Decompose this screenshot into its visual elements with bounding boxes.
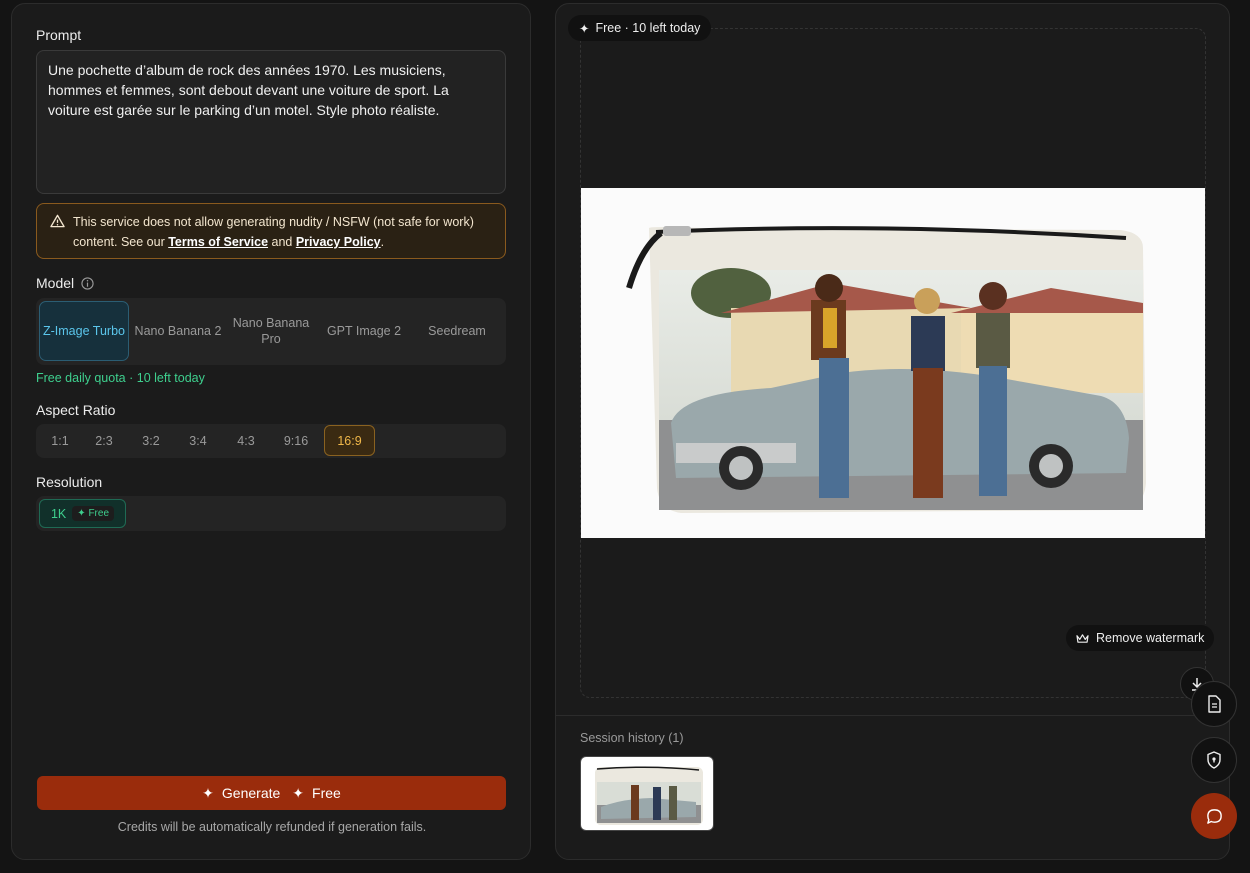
model-label: Model [36, 275, 75, 291]
model-selector: Z-Image Turbo Nano Banana 2 Nano Banana … [36, 298, 506, 365]
generated-image[interactable] [581, 188, 1205, 538]
prompt-label: Prompt [36, 27, 82, 43]
privacy-link[interactable]: Privacy Policy [296, 235, 381, 249]
resolution-1k[interactable]: 1K ✦ Free [39, 499, 126, 528]
warning-icon [50, 214, 65, 228]
prompt-textarea[interactable]: Une pochette d’album de rock des années … [36, 50, 506, 194]
resolution-label: Resolution [36, 474, 103, 490]
sparkle-icon: ✦ [292, 784, 305, 801]
chat-button[interactable] [1191, 793, 1237, 839]
refund-note: Credits will be automatically refunded i… [117, 820, 427, 834]
document-button[interactable] [1191, 681, 1237, 727]
preview-panel: ✦ Free · 10 left today Remove watermark … [555, 3, 1230, 860]
model-nano-banana-2[interactable]: Nano Banana 2 [133, 301, 223, 361]
chat-icon [1206, 808, 1222, 824]
aspect-selector: 1:1 2:3 3:2 3:4 4:3 9:16 16:9 [36, 424, 506, 458]
history-thumbnail[interactable] [580, 756, 714, 831]
remove-watermark-label: Remove watermark [1096, 631, 1205, 645]
quota-text: Free daily quota · 10 left today [36, 371, 205, 385]
aspect-2-3[interactable]: 2:3 [84, 425, 124, 456]
model-gpt-image-2[interactable]: GPT Image 2 [319, 301, 409, 361]
aspect-4-3[interactable]: 4:3 [226, 425, 266, 456]
privacy-shield-button[interactable] [1191, 737, 1237, 783]
aspect-9-16[interactable]: 9:16 [274, 425, 318, 456]
free-quota-text: Free · 10 left today [595, 21, 701, 35]
warning-end: . [380, 235, 385, 249]
resolution-badge-text: Free [88, 508, 110, 519]
free-quota-pill: ✦ Free · 10 left today [568, 15, 712, 41]
resolution-selector: 1K ✦ Free [36, 496, 506, 531]
divider [556, 715, 1229, 716]
model-seedream[interactable]: Seedream [412, 301, 502, 361]
settings-panel: Prompt Une pochette d’album de rock des … [11, 3, 531, 860]
aspect-ratio-label: Aspect Ratio [36, 402, 116, 418]
resolution-value: 1K [50, 506, 67, 521]
sparkle-icon: ✦ [202, 784, 214, 801]
terms-link[interactable]: Terms of Service [168, 235, 268, 249]
model-label-row: Model [36, 275, 94, 291]
aspect-16-9[interactable]: 16:9 [324, 425, 375, 456]
sparkle-icon: ✦ [77, 508, 86, 519]
crown-icon [1076, 633, 1089, 643]
nsfw-warning: This service does not allow generating n… [36, 203, 506, 259]
aspect-3-2[interactable]: 3:2 [131, 425, 171, 456]
generate-label: Generate [221, 785, 281, 801]
info-icon[interactable] [81, 276, 94, 290]
aspect-1-1[interactable]: 1:1 [40, 425, 80, 456]
sparkle-icon: ✦ [579, 21, 590, 36]
session-history-label: Session history (1) [580, 731, 684, 745]
document-icon [1208, 695, 1221, 713]
warning-and: and [268, 235, 296, 249]
aspect-3-4[interactable]: 3:4 [178, 425, 218, 456]
shield-icon [1207, 751, 1221, 769]
model-nano-banana-pro[interactable]: Nano Banana Pro [226, 301, 316, 361]
model-z-image-turbo[interactable]: Z-Image Turbo [39, 301, 129, 361]
generate-free-label: Free [312, 785, 341, 801]
remove-watermark-button[interactable]: Remove watermark [1066, 625, 1215, 651]
generate-button[interactable]: ✦ Generate ✦ Free [37, 776, 506, 810]
resolution-free-badge: ✦ Free [72, 506, 115, 521]
